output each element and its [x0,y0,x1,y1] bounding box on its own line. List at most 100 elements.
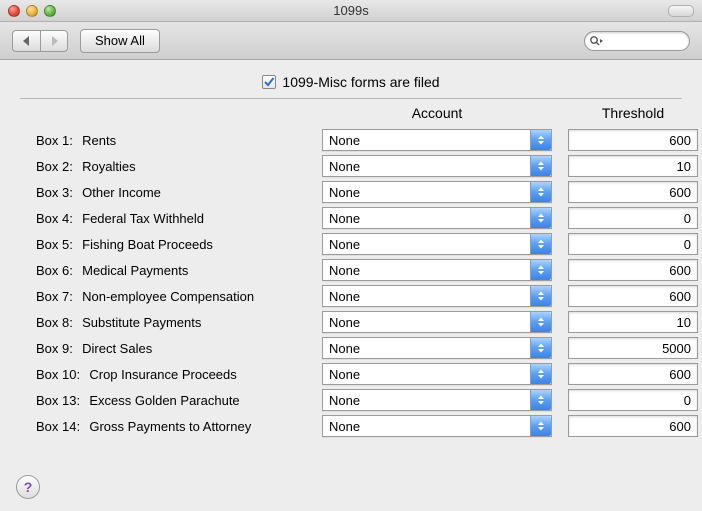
account-select[interactable]: None [322,337,552,359]
box-label: Box 2: Royalties [36,159,306,174]
dropdown-arrows-icon [530,286,551,306]
account-select-value: None [329,393,360,408]
box-word: Box [36,315,58,330]
filed-checkbox[interactable] [262,75,276,89]
box-number: 13 [62,393,76,408]
box-word: Box [36,263,58,278]
threshold-input[interactable] [568,415,698,437]
minimize-icon[interactable] [26,5,38,17]
box-label: Box 6: Medical Payments [36,263,306,278]
box-word: Box [36,185,58,200]
account-select-value: None [329,133,360,148]
box-colon: : [69,289,73,304]
account-select[interactable]: None [322,233,552,255]
search-field-wrap [584,31,690,51]
account-select-value: None [329,315,360,330]
dropdown-arrows-icon [530,338,551,358]
help-button[interactable]: ? [16,475,40,499]
nav-segmented [12,30,68,52]
box-title: Royalties [82,159,135,174]
box-colon: : [69,159,73,174]
box-word: Box [36,393,58,408]
threshold-input[interactable] [568,233,698,255]
box-colon: : [69,133,73,148]
threshold-input[interactable] [568,181,698,203]
box-colon: : [69,341,73,356]
chevron-right-icon [50,36,59,46]
account-select[interactable]: None [322,389,552,411]
account-select[interactable]: None [322,207,552,229]
account-select[interactable]: None [322,155,552,177]
box-colon: : [69,263,73,278]
threshold-input[interactable] [568,129,698,151]
threshold-input[interactable] [568,363,698,385]
threshold-input[interactable] [568,389,698,411]
account-select-value: None [329,185,360,200]
box-word: Box [36,133,58,148]
box-label: Box 1: Rents [36,133,306,148]
toolbar-pill-icon[interactable] [668,5,694,17]
back-button[interactable] [12,30,40,52]
box-number: 10 [62,367,76,382]
dropdown-arrows-icon [530,260,551,280]
box-colon: : [69,315,73,330]
box-title: Fishing Boat Proceeds [82,237,213,252]
threshold-input[interactable] [568,285,698,307]
account-select[interactable]: None [322,363,552,385]
box-label: Box 4: Federal Tax Withheld [36,211,306,226]
account-select[interactable]: None [322,129,552,151]
box-title: Excess Golden Parachute [89,393,239,408]
account-select[interactable]: None [322,285,552,307]
box-colon: : [69,237,73,252]
threshold-input[interactable] [568,155,698,177]
account-select-value: None [329,263,360,278]
box-word: Box [36,289,58,304]
threshold-input[interactable] [568,337,698,359]
dropdown-arrows-icon [530,182,551,202]
box-word: Box [36,211,58,226]
dropdown-arrows-icon [530,208,551,228]
box-label: Box 14: Gross Payments to Attorney [36,419,306,434]
dropdown-arrows-icon [530,390,551,410]
dropdown-arrows-icon [530,312,551,332]
account-select-value: None [329,159,360,174]
filed-label: 1099-Misc forms are filed [282,74,439,90]
account-select[interactable]: None [322,311,552,333]
threshold-input[interactable] [568,207,698,229]
title-bar: 1099s [0,0,702,22]
threshold-input[interactable] [568,259,698,281]
box-label: Box 13: Excess Golden Parachute [36,393,306,408]
divider [20,98,682,99]
box-label: Box 7: Non-employee Compensation [36,289,306,304]
box-title: Medical Payments [82,263,188,278]
box-title: Gross Payments to Attorney [89,419,251,434]
headline: 1099-Misc forms are filed [20,74,682,98]
box-word: Box [36,159,58,174]
account-select-value: None [329,419,360,434]
box-title: Direct Sales [82,341,152,356]
threshold-input[interactable] [568,311,698,333]
account-select-value: None [329,367,360,382]
dropdown-arrows-icon [530,130,551,150]
account-select[interactable]: None [322,181,552,203]
box-colon: : [69,185,73,200]
help-icon: ? [24,479,33,495]
close-icon[interactable] [8,5,20,17]
account-select-value: None [329,341,360,356]
show-all-button[interactable]: Show All [80,29,160,53]
box-number: 14 [62,419,76,434]
account-select[interactable]: None [322,415,552,437]
box-title: Crop Insurance Proceeds [89,367,236,382]
toolbar: Show All [0,22,702,60]
box-label: Box 8: Substitute Payments [36,315,306,330]
box-title: Other Income [82,185,161,200]
dropdown-arrows-icon [530,234,551,254]
column-header-threshold: Threshold [568,105,698,125]
forward-button[interactable] [40,30,68,52]
box-word: Box [36,341,58,356]
box-title: Non-employee Compensation [82,289,254,304]
zoom-icon[interactable] [44,5,56,17]
box-title: Rents [82,133,116,148]
account-select[interactable]: None [322,259,552,281]
traffic-lights [8,5,56,17]
